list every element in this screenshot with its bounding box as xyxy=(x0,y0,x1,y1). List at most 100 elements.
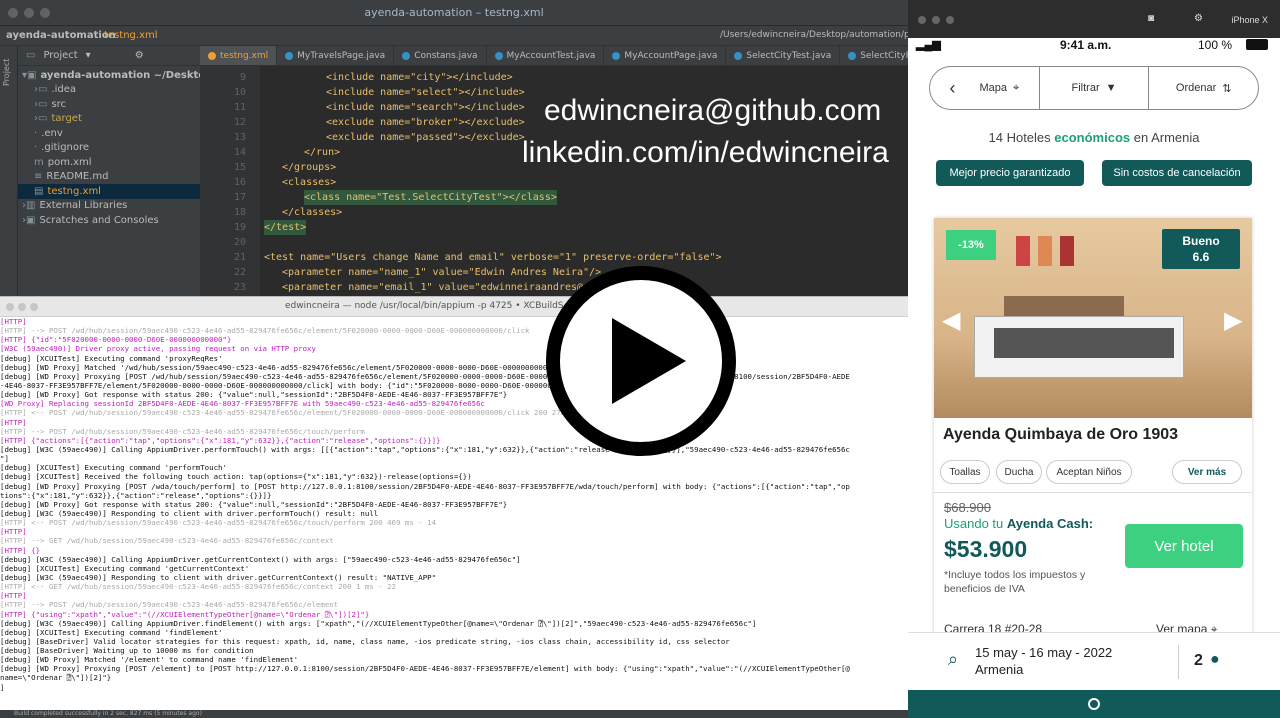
editor-tab[interactable]: MyTravelsPage.java xyxy=(277,46,395,65)
results-count: 14 Hoteles xyxy=(988,130,1055,145)
next-photo-icon[interactable]: ▶ xyxy=(1224,306,1242,335)
sort-label: Ordenar xyxy=(1175,82,1217,94)
tree-item-label: ayenda-automation ~/Desktop/autom xyxy=(40,69,200,81)
terminal-line: [HTTP] {"using":"xpath","value":"(//XCUI… xyxy=(0,609,370,619)
editor-tab-label: MyAccountPage.java xyxy=(624,50,718,61)
tree-item[interactable]: ›▭ .idea xyxy=(18,83,200,98)
tree-item[interactable]: ›▭ target xyxy=(18,112,200,127)
settings-icon[interactable]: ⚙ xyxy=(1194,13,1203,24)
project-panel: ▭ Project ▾ ⚙ ▾▣ ayenda-automation ~/Desk… xyxy=(18,46,200,300)
terminal-line: [debug] [W3C (59aec490)] Calling AppiumD… xyxy=(0,618,757,628)
hotel-photo[interactable]: -13% Bueno 6.6 ◀ ▶ xyxy=(934,218,1252,418)
map-filter-button[interactable]: ‹ Mapa ⌖ xyxy=(930,67,1040,109)
terminal-line: [HTTP] --> POST /wd/hub/session/59aec490… xyxy=(0,426,365,436)
back-arrow-icon[interactable]: ‹ xyxy=(949,78,955,99)
signal-icon: ▂▄▆ xyxy=(916,39,941,51)
dropdown-icon[interactable]: ▾ xyxy=(86,50,91,61)
search-icon[interactable]: ⌕ xyxy=(948,649,958,670)
tree-item[interactable]: ≡ README.md xyxy=(18,170,200,185)
cash-bold: Ayenda Cash: xyxy=(1006,516,1094,531)
file-icon: m xyxy=(34,156,44,168)
project-label[interactable]: Project xyxy=(43,50,77,61)
terminal-line: ] xyxy=(0,682,5,692)
editor-tab[interactable]: Constans.java xyxy=(394,46,487,65)
terminal-line: name=\"Ordenar ⍰\"])[2]"} xyxy=(0,673,112,683)
battery-icon xyxy=(1246,39,1268,50)
battery-level: 100 % xyxy=(1198,38,1233,52)
terminal-line: [debug] [BaseDriver] Waiting up to 10000… xyxy=(0,646,254,656)
file-icon: · xyxy=(34,142,38,154)
ide-titlebar: ayenda-automation – testng.xml xyxy=(0,0,908,26)
tree-item[interactable]: m pom.xml xyxy=(18,155,200,170)
file-icon: · xyxy=(34,127,38,139)
hotel-card[interactable]: -13% Bueno 6.6 ◀ ▶ Ayenda Quimbaya de Or… xyxy=(934,218,1252,638)
terminal-line: [debug] [XCUITest] Executing command 'pr… xyxy=(0,353,223,363)
view-hotel-button[interactable]: Ver hotel xyxy=(1125,524,1243,568)
terminal-line: [W3C (59aec490)] Driver proxy active, pa… xyxy=(0,344,316,354)
project-tree: ▾▣ayenda-automation ~/Desktop/autom›▭.id… xyxy=(18,66,200,228)
results-city: en Armenia xyxy=(1130,130,1200,145)
tree-item[interactable]: ▾▣ayenda-automation ~/Desktop/autom xyxy=(18,68,200,83)
terminal-line: [debug] [W3C (59aec490)] Calling AppiumD… xyxy=(0,444,850,454)
tree-item[interactable]: ›▥ External Libraries xyxy=(18,199,200,214)
tree-item-label: testng.xml xyxy=(47,185,101,197)
sim-minimize-dot[interactable] xyxy=(932,16,940,24)
terminal-line: -4E46-8037-FF3E957BFF7E/element/5F020000… xyxy=(0,380,588,390)
xml-file-icon xyxy=(208,51,216,60)
navbar-project[interactable]: ayenda-automation xyxy=(6,30,116,41)
stay-dates[interactable]: 15 may - 16 may - 2022 Armenia xyxy=(975,644,1112,678)
divider xyxy=(934,492,1252,493)
sort-button[interactable]: Ordenar ⇅ xyxy=(1149,67,1258,109)
editor-tab-label: testng.xml xyxy=(220,50,269,61)
map-label: Mapa xyxy=(979,82,1007,94)
sim-close-dot[interactable] xyxy=(918,16,926,24)
terminal-line: [HTTP] --> POST /wd/hub/session/59aec490… xyxy=(0,600,339,610)
code-line: <exclude name="broker"></exclude> xyxy=(326,117,525,128)
prev-photo-icon[interactable]: ◀ xyxy=(942,306,960,335)
see-more-button[interactable]: Ver más xyxy=(1172,460,1242,484)
code-line: <include name="search"></include> xyxy=(326,102,525,113)
play-icon[interactable] xyxy=(612,318,686,404)
gear-icon[interactable]: ⚙ xyxy=(135,50,144,61)
java-class-icon xyxy=(494,51,503,60)
tree-item-label: README.md xyxy=(46,171,109,183)
editor-tab[interactable]: testng.xml xyxy=(200,46,278,65)
terminal-line: [HTTP] <-- POST /wd/hub/session/59aec490… xyxy=(0,518,437,528)
file-icon: ›▣ xyxy=(22,214,36,226)
home-button-icon[interactable] xyxy=(1088,698,1100,710)
terminal-line: [debug] [WD Proxy] Matched '/element' to… xyxy=(0,655,299,665)
rating-label: Bueno xyxy=(1182,234,1220,248)
editor-tab[interactable]: SelectCityPage.java xyxy=(840,46,908,65)
line-number: 11 xyxy=(233,102,246,113)
editor-tab[interactable]: MyAccountTest.java xyxy=(487,46,605,65)
sim-maximize-dot[interactable] xyxy=(946,16,954,24)
person-icon: ● xyxy=(1210,651,1220,668)
editor-tab[interactable]: SelectCityTest.java xyxy=(726,46,841,65)
terminal-line: [HTTP] --> POST /wd/hub/session/59aec490… xyxy=(0,326,530,336)
tree-item[interactable]: · .gitignore xyxy=(18,141,200,156)
guest-count[interactable]: 2 xyxy=(1194,652,1203,670)
terminal-line: [HTTP] {"actions":[{"action":"tap","opti… xyxy=(0,435,441,445)
tree-item[interactable]: ›▭ src xyxy=(18,97,200,112)
funnel-icon: ▼ xyxy=(1105,82,1117,94)
filter-button[interactable]: Filtrar ▼ xyxy=(1040,67,1150,109)
linkedin-overlay: linkedin.com/in/edwincneira xyxy=(522,136,889,169)
navbar-file[interactable]: testng.xml xyxy=(104,30,158,41)
hotel-name[interactable]: Ayenda Quimbaya de Oro 1903 xyxy=(943,426,1178,444)
tree-item[interactable]: ▤ testng.xml xyxy=(18,184,200,199)
editor-tab[interactable]: MyAccountPage.java xyxy=(604,46,727,65)
line-number: 21 xyxy=(233,252,246,263)
tree-item-label: .idea xyxy=(51,84,77,96)
ios-status-bar: ▂▄▆ 9:41 a.m. 100 % xyxy=(908,38,1280,60)
tree-item[interactable]: ›▣ Scratches and Consoles xyxy=(18,213,200,228)
line-number: 18 xyxy=(233,207,246,218)
terminal-line: [HTTP] {"id":"5F020000-0000-0000-D60E-00… xyxy=(0,335,232,345)
terminal-titlebar: edwincneira — node /usr/local/bin/appium… xyxy=(0,297,908,317)
tree-item[interactable]: · .env xyxy=(18,126,200,141)
terminal-output[interactable]: [HTTP] [HTTP] --> POST /wd/hub/session/59… xyxy=(0,317,908,710)
line-number: 19 xyxy=(233,222,246,233)
strip-project[interactable]: Project xyxy=(2,59,11,86)
camera-icon[interactable]: ◙ xyxy=(1148,13,1154,24)
new-price: $53.900 xyxy=(944,536,1028,562)
tree-item-label: .env xyxy=(41,127,63,139)
